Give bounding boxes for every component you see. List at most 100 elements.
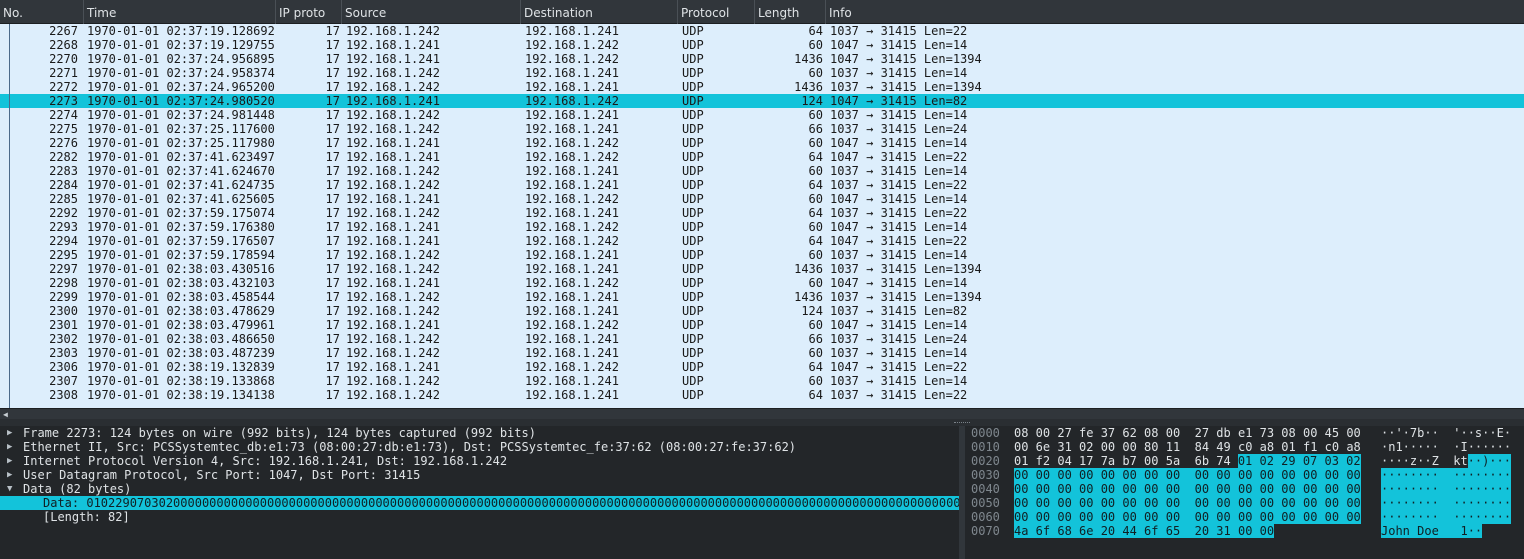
table-row[interactable]: 2275 1970-01-01 02:37:25.117600 17 192.168.… xyxy=(0,122,1524,136)
table-row[interactable]: 2301 1970-01-01 02:38:03.479961 17 192.168.… xyxy=(0,318,1524,332)
packet-bytes-pane[interactable]: 0000 08 00 27 fe 37 62 08 00 27 db e1 73 … xyxy=(965,426,1524,559)
column-header-no[interactable]: No. xyxy=(0,0,84,24)
table-row[interactable]: 2272 1970-01-01 02:37:24.965200 17 192.168.… xyxy=(0,80,1524,94)
ascii-bytes[interactable]: John Doe 1·· xyxy=(1381,524,1483,538)
tree-item[interactable]: ▼ Data (82 bytes) xyxy=(0,482,959,496)
cell-no: 2284 xyxy=(49,178,78,192)
column-header-info[interactable]: Info xyxy=(826,0,1524,24)
cell-info: 1037 → 31415 Len=1394 xyxy=(830,80,982,94)
ascii-bytes[interactable]: ··)··· xyxy=(1467,454,1511,468)
table-row[interactable]: 2297 1970-01-01 02:38:03.430516 17 192.168.… xyxy=(0,262,1524,276)
cell-time: 1970-01-01 02:37:41.623497 xyxy=(87,150,275,164)
cell-destination: 192.168.1.241 xyxy=(525,304,619,318)
table-row[interactable]: 2306 1970-01-01 02:38:19.132839 17 192.168.… xyxy=(0,360,1524,374)
hex-bytes[interactable]: 08 00 27 fe 37 62 08 00 27 db e1 73 08 0… xyxy=(1014,426,1361,440)
column-header-time[interactable]: Time xyxy=(84,0,276,24)
tree-item[interactable]: ▶ User Datagram Protocol, Src Port: 1047,… xyxy=(0,468,959,482)
ascii-bytes[interactable]: ········ ········ xyxy=(1381,510,1512,524)
ascii-bytes[interactable]: ········ ········ xyxy=(1381,496,1512,510)
hex-bytes[interactable]: 01 02 29 07 03 02 xyxy=(1237,454,1361,468)
pane-splitter[interactable] xyxy=(0,419,1524,426)
cell-info: 1037 → 31415 Len=22 xyxy=(830,206,968,220)
table-row[interactable]: 2303 1970-01-01 02:38:03.487239 17 192.168.… xyxy=(0,346,1524,360)
hex-bytes[interactable]: 00 00 00 00 00 00 00 00 00 00 00 00 00 0… xyxy=(1014,482,1361,496)
table-row[interactable]: 2308 1970-01-01 02:38:19.134138 17 192.168.… xyxy=(0,388,1524,402)
table-row[interactable]: 2273 1970-01-01 02:37:24.980520 17 192.168.… xyxy=(0,94,1524,108)
hex-row[interactable]: 0040 00 00 00 00 00 00 00 00 00 00 00 00 … xyxy=(965,482,1524,496)
cell-protocol: UDP xyxy=(682,262,704,276)
ascii-bytes[interactable]: ·n1····· ·I······ xyxy=(1381,440,1511,454)
column-header-source[interactable]: Source xyxy=(342,0,521,24)
tree-item[interactable]: ▶ Frame 2273: 124 bytes on wire (992 bits… xyxy=(0,426,959,440)
cell-no: 2274 xyxy=(49,108,78,122)
cell-no: 2307 xyxy=(49,374,78,388)
table-row[interactable]: 2283 1970-01-01 02:37:41.624670 17 192.168.… xyxy=(0,164,1524,178)
hex-bytes[interactable]: 00 00 00 00 00 00 00 00 00 00 00 00 00 0… xyxy=(1014,496,1361,510)
table-row[interactable]: 2285 1970-01-01 02:37:41.625605 17 192.168.… xyxy=(0,192,1524,206)
packet-details-pane[interactable]: ▶ Frame 2273: 124 bytes on wire (992 bits… xyxy=(0,426,959,559)
hex-bytes[interactable]: 00 00 00 00 00 00 00 00 00 00 00 00 00 0… xyxy=(1014,468,1361,482)
tree-item-label: Internet Protocol Version 4, Src: 192.16… xyxy=(23,454,508,468)
table-row[interactable]: 2294 1970-01-01 02:37:59.176507 17 192.168.… xyxy=(0,234,1524,248)
cell-destination: 192.168.1.241 xyxy=(525,206,619,220)
column-header-protocol[interactable]: Protocol xyxy=(678,0,755,24)
tree-item[interactable]: ▶ Ethernet II, Src: PCSSystemtec_db:e1:73… xyxy=(0,440,959,454)
table-row[interactable]: 2295 1970-01-01 02:37:59.178594 17 192.168.… xyxy=(0,248,1524,262)
tree-item[interactable]: ▶ Internet Protocol Version 4, Src: 192.1… xyxy=(0,454,959,468)
table-row[interactable]: 2270 1970-01-01 02:37:24.956895 17 192.168.… xyxy=(0,52,1524,66)
cell-no: 2303 xyxy=(49,346,78,360)
expand-right-arrow-icon[interactable]: ▶ xyxy=(7,454,17,468)
table-row[interactable]: 2282 1970-01-01 02:37:41.623497 17 192.168.… xyxy=(0,150,1524,164)
hex-bytes[interactable]: 00 6e 31 02 00 00 80 11 84 49 c0 a8 01 f… xyxy=(1014,440,1361,454)
ascii-bytes[interactable]: ········ ········ xyxy=(1381,482,1512,496)
table-row[interactable]: 2299 1970-01-01 02:38:03.458544 17 192.168.… xyxy=(0,290,1524,304)
cell-destination: 192.168.1.241 xyxy=(525,24,619,38)
hex-bytes[interactable]: 4a 6f 68 6e 20 44 6f 65 20 31 00 00 xyxy=(1014,524,1275,538)
tree-item[interactable]: [Length: 82] xyxy=(0,510,959,524)
expand-right-arrow-icon[interactable]: ▶ xyxy=(7,426,17,440)
hex-row[interactable]: 0010 00 6e 31 02 00 00 80 11 84 49 c0 a8 … xyxy=(965,440,1524,454)
table-row[interactable]: 2307 1970-01-01 02:38:19.133868 17 192.168.… xyxy=(0,374,1524,388)
cell-ip-proto: 17 xyxy=(325,374,340,388)
hex-bytes[interactable]: 00 00 00 00 00 00 00 00 00 00 00 00 00 0… xyxy=(1014,510,1361,524)
expand-right-arrow-icon[interactable]: ▶ xyxy=(7,468,17,482)
cell-destination: 192.168.1.241 xyxy=(525,388,619,402)
table-row[interactable]: 2267 1970-01-01 02:37:19.128692 17 192.168.… xyxy=(0,24,1524,38)
table-row[interactable]: 2284 1970-01-01 02:37:41.624735 17 192.168.… xyxy=(0,178,1524,192)
column-header-destination[interactable]: Destination xyxy=(521,0,678,24)
expand-down-arrow-icon[interactable]: ▼ xyxy=(7,482,17,496)
table-row[interactable]: 2274 1970-01-01 02:37:24.981448 17 192.168.… xyxy=(0,108,1524,122)
tree-item-label: [Length: 82] xyxy=(43,510,130,524)
table-row[interactable]: 2293 1970-01-01 02:37:59.176380 17 192.168.… xyxy=(0,220,1524,234)
cell-no: 2306 xyxy=(49,360,78,374)
hex-row[interactable]: 0060 00 00 00 00 00 00 00 00 00 00 00 00 … xyxy=(965,510,1524,524)
ascii-bytes[interactable]: ········ ········ xyxy=(1381,468,1512,482)
cell-info: 1037 → 31415 Len=82 xyxy=(830,304,968,318)
column-header-ip-proto[interactable]: IP proto xyxy=(276,0,342,24)
table-row[interactable]: 2276 1970-01-01 02:37:25.117980 17 192.168.… xyxy=(0,136,1524,150)
splitter-grip-icon[interactable] xyxy=(954,422,970,424)
table-row[interactable]: 2300 1970-01-01 02:38:03.478629 17 192.168.… xyxy=(0,304,1524,318)
hex-row[interactable]: 0070 4a 6f 68 6e 20 44 6f 65 20 31 00 00 J… xyxy=(965,524,1524,538)
hex-row[interactable]: 0000 08 00 27 fe 37 62 08 00 27 db e1 73 … xyxy=(965,426,1524,440)
scroll-left-arrow-icon[interactable]: ◀ xyxy=(3,410,8,419)
cell-destination: 192.168.1.241 xyxy=(525,66,619,80)
table-row[interactable]: 2302 1970-01-01 02:38:03.486650 17 192.168.… xyxy=(0,332,1524,346)
column-header-length[interactable]: Length xyxy=(755,0,826,24)
cell-source: 192.168.1.242 xyxy=(346,388,440,402)
table-row[interactable]: 2292 1970-01-01 02:37:59.175074 17 192.168.… xyxy=(0,206,1524,220)
ascii-bytes[interactable]: ····z··Z kt xyxy=(1381,454,1468,468)
cell-info: 1047 → 31415 Len=14 xyxy=(830,318,968,332)
tree-item[interactable]: Data: 0102290703020000000000000000000000… xyxy=(0,496,959,510)
ascii-bytes[interactable]: ··'·7b·· '··s··E· xyxy=(1381,426,1511,440)
hex-row[interactable]: 0030 00 00 00 00 00 00 00 00 00 00 00 00 … xyxy=(965,468,1524,482)
packet-list-horizontal-scrollbar[interactable]: ◀ xyxy=(0,408,1524,419)
table-row[interactable]: 2298 1970-01-01 02:38:03.432103 17 192.168.… xyxy=(0,276,1524,290)
expand-right-arrow-icon[interactable]: ▶ xyxy=(7,440,17,454)
hex-row[interactable]: 0020 01 f2 04 17 7a b7 00 5a 6b 74 01 02 … xyxy=(965,454,1524,468)
hex-row[interactable]: 0050 00 00 00 00 00 00 00 00 00 00 00 00 … xyxy=(965,496,1524,510)
table-row[interactable]: 2268 1970-01-01 02:37:19.129755 17 192.168.… xyxy=(0,38,1524,52)
hex-bytes[interactable]: 01 f2 04 17 7a b7 00 5a 6b 74 xyxy=(1014,454,1238,468)
table-row[interactable]: 2271 1970-01-01 02:37:24.958374 17 192.168.… xyxy=(0,66,1524,80)
packet-list[interactable]: 2267 1970-01-01 02:37:19.128692 17 192.168.… xyxy=(0,24,1524,408)
